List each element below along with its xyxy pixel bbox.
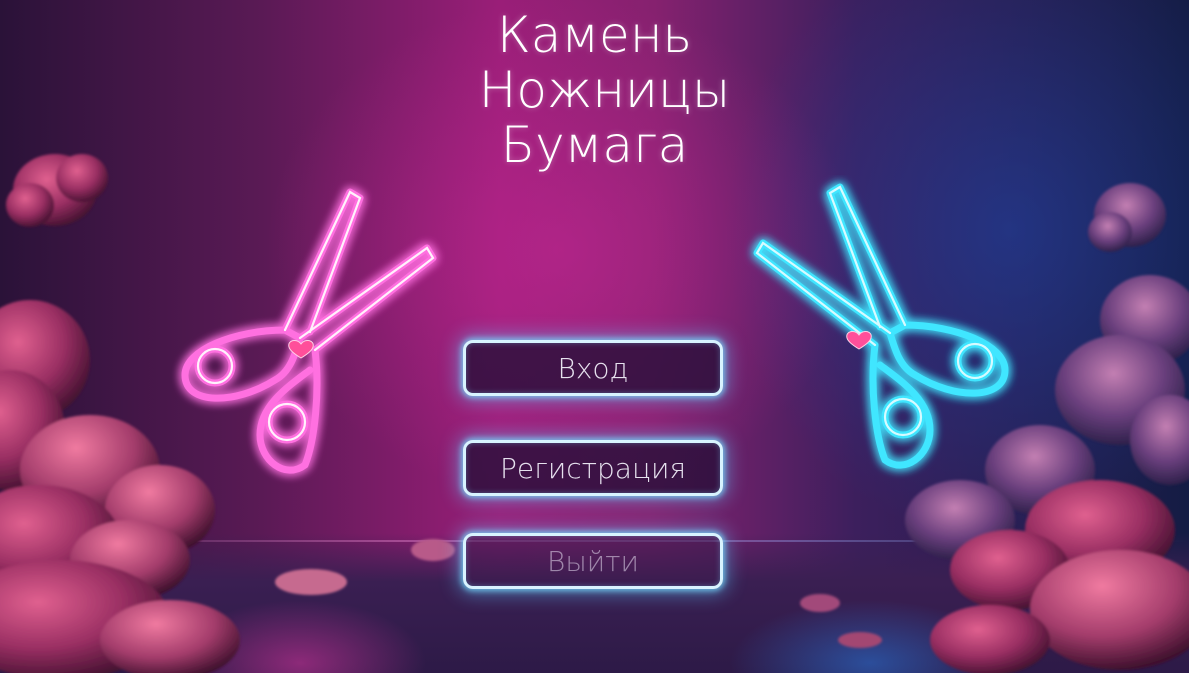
login-button-label: Вход <box>557 351 629 385</box>
title-line-rock: Камень <box>497 6 692 64</box>
title-line-paper: Бумага <box>500 116 689 174</box>
register-button-label: Регистрация <box>499 451 687 485</box>
exit-button-label: Выйти <box>546 544 639 578</box>
left-scissors-icon <box>181 188 437 474</box>
title-line-scissors: Ножницы <box>478 61 731 119</box>
game-title: Камень Ножницы Бумага <box>0 8 1189 173</box>
register-button[interactable]: Регистрация <box>463 440 723 496</box>
login-button[interactable]: Вход <box>463 340 723 396</box>
game-main-menu: Камень Ножницы Бумага Вход Регистрация В… <box>0 0 1189 673</box>
right-scissors-icon <box>753 183 1009 469</box>
exit-button[interactable]: Выйти <box>463 533 723 589</box>
